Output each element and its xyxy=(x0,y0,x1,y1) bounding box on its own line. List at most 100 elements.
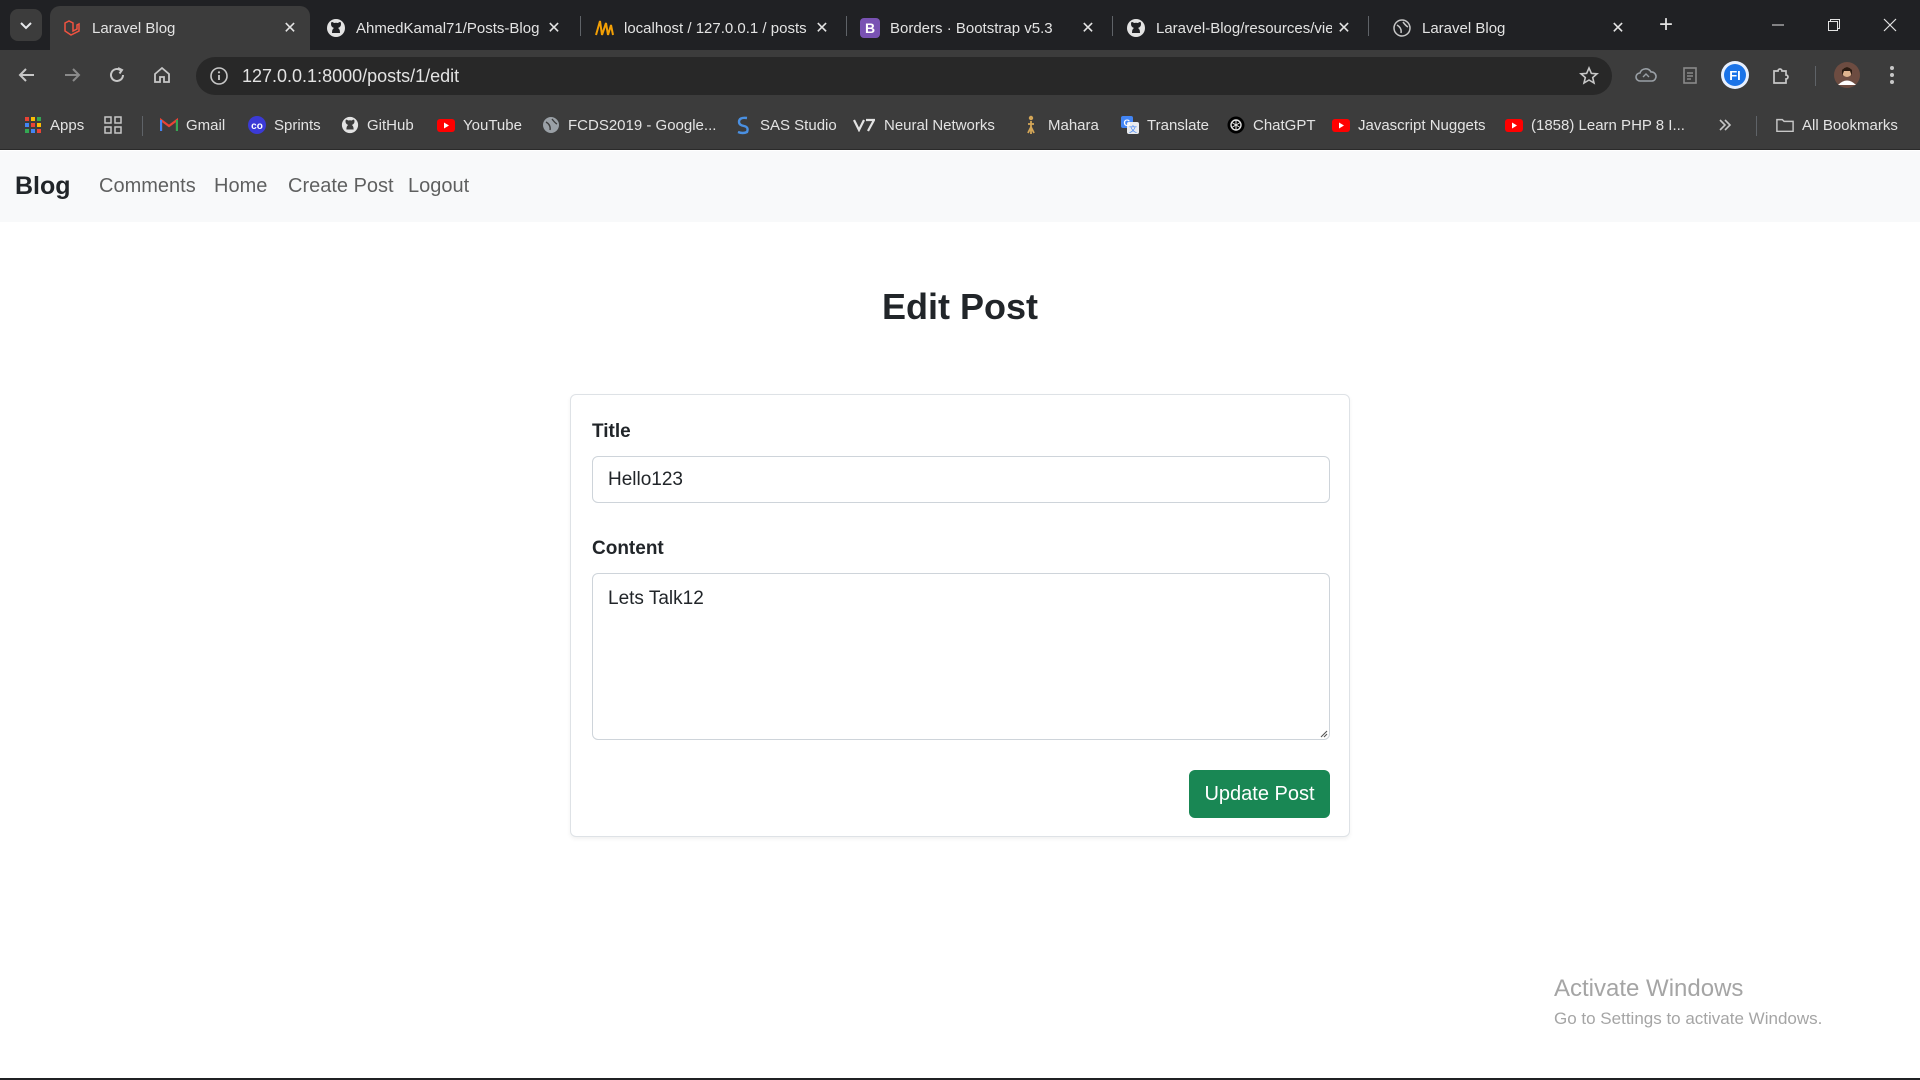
navbar-brand[interactable]: Blog xyxy=(15,172,71,201)
page-viewport: Blog Comments Home Create Post Logout Ed… xyxy=(0,151,1920,1080)
watermark-line-2: Go to Settings to activate Windows. xyxy=(1554,1009,1823,1028)
extensions-button[interactable] xyxy=(1765,59,1797,91)
laravel-icon xyxy=(62,18,82,38)
browser-tab-6[interactable]: Laravel Blog ✕ xyxy=(1380,6,1638,50)
bookmark-neural-networks[interactable]: Neural Networks xyxy=(852,113,995,137)
close-icon[interactable]: ✕ xyxy=(542,16,566,40)
bookmark-label: Neural Networks xyxy=(884,116,995,134)
document-icon xyxy=(1683,67,1697,84)
url-text[interactable]: 127.0.0.1:8000/posts/1/edit xyxy=(242,66,459,87)
bookmark-apps[interactable]: Apps xyxy=(24,113,84,137)
bookmarks-bar: Apps Gmail co Sprints GitHub YouTube FCD xyxy=(0,100,1920,150)
nav-link-create-post[interactable]: Create Post xyxy=(288,175,394,198)
bookmark-tab-groups[interactable] xyxy=(104,113,130,137)
bookmark-label: FCDS2019 - Google... xyxy=(568,116,717,134)
bookmark-mahara[interactable]: Mahara xyxy=(1022,113,1099,137)
browser-menu-button[interactable] xyxy=(1876,59,1908,91)
close-icon[interactable]: ✕ xyxy=(1332,16,1356,40)
bookmark-fcds2019[interactable]: FCDS2019 - Google... xyxy=(542,113,716,137)
bookmark-star-icon[interactable] xyxy=(1574,61,1604,91)
site-info-icon[interactable] xyxy=(204,61,234,91)
browser-tab-3[interactable]: localhost / 127.0.0.1 / posts ✕ xyxy=(582,6,842,50)
window-close-button[interactable] xyxy=(1862,0,1918,50)
site-navbar: Blog Comments Home Create Post Logout xyxy=(0,151,1920,222)
bookmark-gmail[interactable]: Gmail xyxy=(160,113,225,137)
forward-button[interactable] xyxy=(56,59,88,91)
nav-link-logout[interactable]: Logout xyxy=(408,175,469,198)
content-textarea[interactable]: Lets Talk12 xyxy=(592,573,1330,740)
minimize-button[interactable] xyxy=(1750,0,1806,50)
svg-text:FI: FI xyxy=(1729,68,1741,83)
bookmark-label: YouTube xyxy=(463,116,522,134)
translate-icon: G文 xyxy=(1121,116,1139,134)
bookmarks-separator xyxy=(142,116,143,136)
close-icon xyxy=(1883,18,1897,32)
browser-tab-1[interactable]: Laravel Blog ✕ xyxy=(50,6,310,50)
sas-icon xyxy=(734,116,752,135)
double-chevron-right-icon xyxy=(1719,119,1732,131)
bookmark-sprints[interactable]: co Sprints xyxy=(248,113,321,137)
back-button[interactable] xyxy=(11,59,43,91)
bookmark-label: GitHub xyxy=(367,116,414,134)
close-icon[interactable]: ✕ xyxy=(810,16,834,40)
avatar xyxy=(1834,62,1860,88)
bookmarks-overflow-button[interactable] xyxy=(1718,113,1732,137)
home-icon xyxy=(154,66,170,83)
bookmark-sas-studio[interactable]: SAS Studio xyxy=(734,113,837,137)
address-bar[interactable]: 127.0.0.1:8000/posts/1/edit xyxy=(196,57,1612,95)
tab-separator xyxy=(1368,16,1369,36)
close-icon[interactable]: ✕ xyxy=(1606,16,1630,40)
tab-title: Borders · Bootstrap v5.3 xyxy=(890,19,1053,37)
bookmark-translate[interactable]: G文 Translate xyxy=(1121,113,1209,137)
bookmark-javascript-nuggets[interactable]: Javascript Nuggets xyxy=(1332,113,1486,137)
bookmark-chatgpt[interactable]: ChatGPT xyxy=(1227,113,1316,137)
browser-tab-5[interactable]: Laravel-Blog/resources/views ✕ xyxy=(1114,6,1364,50)
browser-tab-2[interactable]: AhmedKamal71/Posts-Blog ✕ xyxy=(314,6,574,50)
title-input[interactable] xyxy=(592,456,1330,503)
bookmark-label: (1858) Learn PHP 8 I... xyxy=(1531,116,1685,134)
profile-avatar-button[interactable] xyxy=(1831,59,1863,91)
tab-separator xyxy=(846,16,847,36)
bookmark-label: Mahara xyxy=(1048,116,1099,134)
bookmark-label: Gmail xyxy=(186,116,226,134)
browser-tab-4[interactable]: B Borders · Bootstrap v5.3 ✕ xyxy=(848,6,1108,50)
github-icon xyxy=(1126,18,1146,38)
chatgpt-icon xyxy=(1227,116,1245,134)
close-icon[interactable]: ✕ xyxy=(1076,16,1100,40)
close-icon[interactable]: ✕ xyxy=(278,16,302,40)
apps-grid-icon xyxy=(24,116,42,134)
reload-button[interactable] xyxy=(101,59,133,91)
update-post-button[interactable]: Update Post xyxy=(1189,770,1330,818)
tab-title: AhmedKamal71/Posts-Blog xyxy=(356,19,540,37)
browser-tab-strip: Laravel Blog ✕ AhmedKamal71/Posts-Blog ✕… xyxy=(0,0,1920,50)
content-label: Content xyxy=(592,538,664,559)
bookmark-youtube[interactable]: YouTube xyxy=(437,113,522,137)
profile-badge-icon: FI xyxy=(1721,61,1749,89)
resize-handle-icon[interactable] xyxy=(1318,728,1328,738)
bookmark-learn-php[interactable]: (1858) Learn PHP 8 I... xyxy=(1505,113,1685,137)
all-bookmarks-button[interactable]: All Bookmarks xyxy=(1776,113,1898,137)
title-label: Title xyxy=(592,421,631,442)
nav-link-comments[interactable]: Comments xyxy=(99,175,196,198)
nav-link-home[interactable]: Home xyxy=(214,175,267,198)
bookmark-github[interactable]: GitHub xyxy=(341,113,414,137)
restore-button[interactable] xyxy=(1806,0,1862,50)
arrow-right-icon xyxy=(65,68,81,82)
globe-icon xyxy=(542,116,560,134)
svg-text:co: co xyxy=(251,121,263,132)
tab-title: localhost / 127.0.0.1 / posts xyxy=(624,19,807,37)
extension-cloud-button[interactable] xyxy=(1630,59,1662,91)
bookmark-label: Sprints xyxy=(274,116,321,134)
tab-separator xyxy=(580,16,581,36)
new-tab-button[interactable]: + xyxy=(1652,11,1680,39)
tab-title: Laravel Blog xyxy=(1422,19,1506,37)
bookmark-label: Javascript Nuggets xyxy=(1358,116,1486,134)
arrow-left-icon xyxy=(18,68,34,82)
profile-extension-button[interactable]: FI xyxy=(1719,59,1751,91)
mahara-icon xyxy=(1022,115,1040,134)
extension-docs-button[interactable] xyxy=(1674,59,1706,91)
tab-search-button[interactable] xyxy=(10,9,42,41)
home-button[interactable] xyxy=(146,59,178,91)
github-icon xyxy=(326,18,346,38)
github-icon xyxy=(341,116,359,134)
